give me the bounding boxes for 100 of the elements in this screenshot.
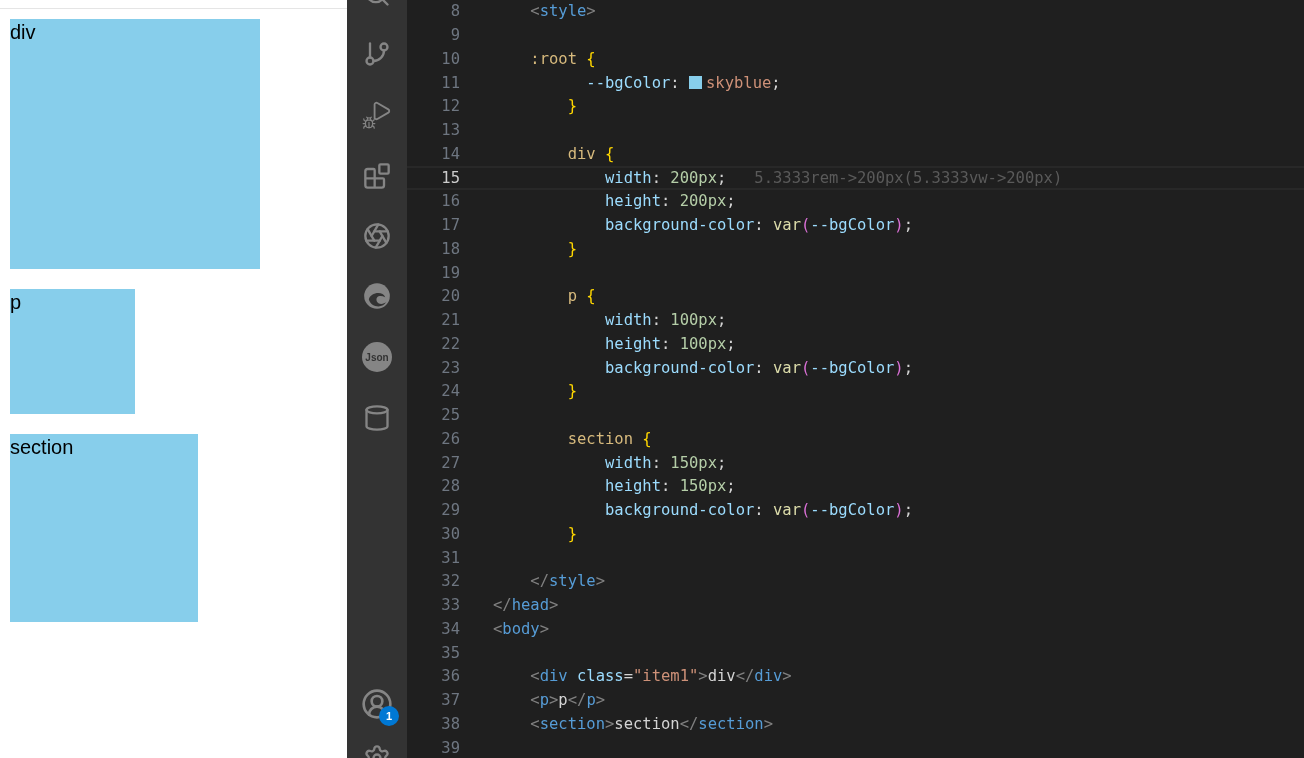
- css-selector: :root: [529, 49, 577, 68]
- tag-bracket: >: [586, 2, 596, 21]
- code-text: :: [754, 501, 765, 519]
- property-name: --bgColor: [585, 73, 671, 92]
- code-text: :: [754, 216, 765, 234]
- line-number: 25: [440, 405, 460, 426]
- code-text: :: [661, 192, 672, 211]
- account-icon[interactable]: [361, 688, 393, 720]
- tag-name: div: [754, 667, 783, 686]
- line-number: 27: [440, 452, 460, 474]
- property-name: width: [603, 168, 652, 187]
- line-number: 16: [440, 191, 460, 213]
- property-name: background-color: [603, 501, 755, 519]
- code-text: section: [614, 714, 680, 733]
- parenthesis: ): [894, 216, 904, 234]
- parenthesis: ): [894, 358, 904, 377]
- property-name: --bgColor: [810, 358, 895, 377]
- tag-bracket: >: [549, 596, 559, 614]
- line-number: 30: [440, 523, 460, 545]
- json-icon[interactable]: Json: [362, 342, 392, 372]
- preview-box: section: [10, 434, 198, 622]
- property-name: class: [576, 667, 624, 686]
- tag-name: body: [502, 619, 540, 638]
- code-text: div: [707, 667, 736, 686]
- code-text: :: [651, 453, 662, 472]
- property-name: width: [603, 453, 652, 472]
- tag-name: p: [586, 691, 596, 709]
- branch-icon[interactable]: [363, 40, 391, 68]
- code-text: ;: [726, 192, 736, 211]
- tag-bracket: >: [605, 714, 615, 733]
- tag-bracket: <: [493, 619, 503, 638]
- code-text: ;: [717, 168, 727, 187]
- aperture-icon[interactable]: [363, 222, 391, 250]
- code-text: ;: [903, 501, 913, 519]
- tag-bracket: <: [529, 667, 540, 686]
- number-value: 100px: [670, 311, 717, 329]
- tag-bracket: <: [529, 691, 540, 709]
- line-number: 28: [440, 476, 460, 498]
- tag-bracket: <: [529, 2, 540, 21]
- line-number: 8: [449, 1, 460, 23]
- tag-bracket: >: [539, 619, 549, 638]
- line-number: 38: [440, 713, 460, 735]
- parenthesis: (: [800, 501, 811, 519]
- line-number: 34: [440, 618, 460, 640]
- tag-bracket: </: [735, 667, 755, 686]
- number-value: 200px: [670, 168, 717, 187]
- preview-box: div: [10, 19, 260, 269]
- line-number: 20: [440, 286, 460, 308]
- line-number: 22: [440, 333, 460, 355]
- brace: {: [641, 429, 652, 448]
- property-name: --bgColor: [810, 216, 895, 234]
- function-name: var: [772, 216, 801, 234]
- code-text: ;: [903, 358, 913, 377]
- code-text: =: [623, 667, 633, 686]
- brace: {: [585, 287, 596, 306]
- property-name: width: [603, 311, 652, 329]
- bug-play-icon[interactable]: [362, 100, 392, 130]
- tag-name: head: [511, 596, 549, 614]
- property-name: height: [603, 192, 661, 211]
- tag-bracket: <: [529, 714, 540, 733]
- code-text: ;: [717, 453, 727, 472]
- tag-bracket: >: [782, 667, 792, 686]
- code-text: :: [651, 168, 662, 187]
- tag-name: div: [539, 667, 568, 686]
- brace: {: [604, 144, 615, 163]
- tag-bracket: >: [595, 691, 606, 709]
- line-number: 32: [440, 571, 460, 593]
- code-text: :: [754, 358, 765, 377]
- tag-name: style: [539, 2, 587, 21]
- blocks-icon[interactable]: [363, 162, 391, 190]
- tag-bracket: >: [595, 572, 605, 591]
- string-value: skyblue: [706, 73, 772, 92]
- function-name: var: [772, 358, 801, 377]
- property-name: height: [603, 334, 661, 353]
- line-number: 18: [440, 238, 460, 260]
- preview-box: p: [10, 289, 135, 414]
- line-number: 31: [440, 547, 460, 569]
- tag-bracket: </: [493, 596, 512, 614]
- line-number: 15: [440, 167, 460, 189]
- line-number: 39: [440, 737, 460, 758]
- code-text: ;: [726, 334, 736, 353]
- line-number: 35: [440, 642, 460, 664]
- number-value: 150px: [670, 453, 717, 472]
- swirl-icon[interactable]: [363, 282, 391, 310]
- inlay-hint: 5.3333rem->200px(5.3333vw->200px): [754, 168, 1063, 187]
- brace: }: [566, 97, 577, 116]
- database-icon[interactable]: [363, 404, 391, 432]
- tag-name: section: [539, 714, 605, 733]
- line-number: 29: [440, 500, 460, 521]
- code-text: ;: [771, 73, 781, 92]
- brace: }: [566, 239, 577, 258]
- brace: {: [585, 49, 596, 68]
- line-number: 36: [440, 666, 460, 688]
- parenthesis: (: [800, 358, 811, 377]
- line-number: 24: [440, 381, 460, 403]
- line-number: 37: [440, 690, 460, 711]
- line-number: 26: [440, 428, 460, 450]
- property-name: background-color: [603, 216, 755, 234]
- tag-bracket: >: [763, 714, 773, 733]
- parenthesis: ): [894, 501, 904, 519]
